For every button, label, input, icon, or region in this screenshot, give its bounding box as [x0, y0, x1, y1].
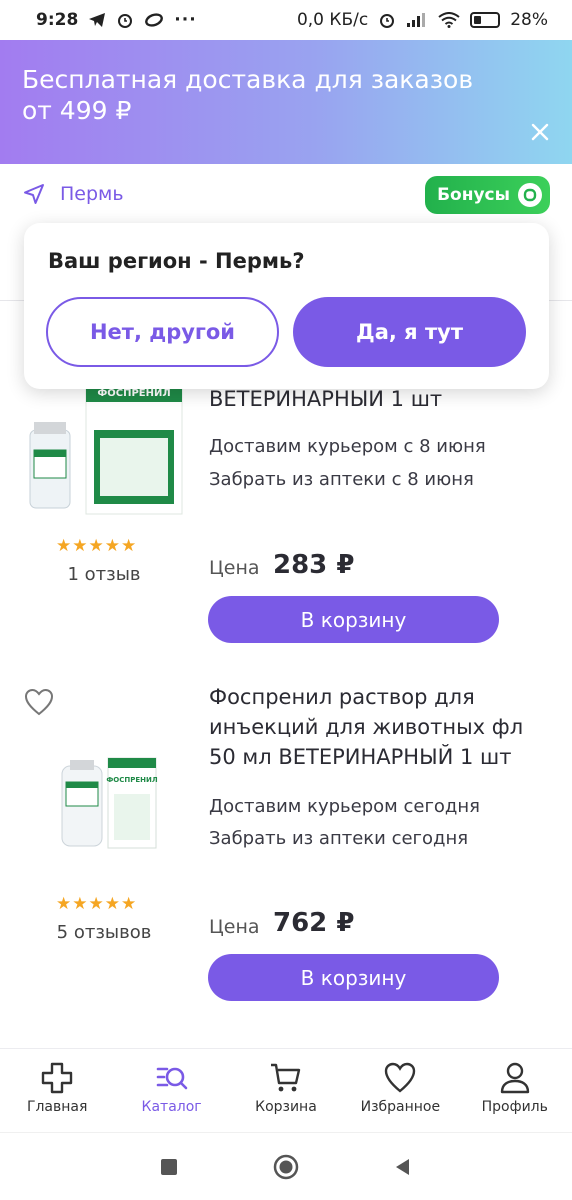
region-confirm-popup: Ваш регион - Пермь? Нет, другой Да, я ту… — [24, 223, 549, 389]
nav-cart[interactable]: Корзина — [229, 1049, 343, 1132]
telegram-icon — [89, 13, 106, 27]
nav-favorites[interactable]: Избранное — [343, 1049, 457, 1132]
nav-label: Профиль — [481, 1099, 548, 1115]
price-value: 283 ₽ — [273, 550, 355, 580]
reviews-count[interactable]: 5 отзывов — [0, 922, 208, 943]
more-notifications-icon: ··· — [174, 10, 197, 30]
system-navigation-bar — [0, 1132, 572, 1200]
yes-region-button[interactable]: Да, я тут — [293, 297, 526, 367]
popup-title: Ваш регион - Пермь? — [48, 249, 305, 273]
star-icon: ★ — [56, 894, 72, 914]
no-other-region-button[interactable]: Нет, другой — [46, 297, 279, 367]
star-icon: ★ — [88, 894, 104, 914]
reviews-count[interactable]: 1 отзыв — [0, 564, 208, 585]
rating-stars: ★ ★ ★ ★ ★ — [56, 538, 136, 555]
price-value: 762 ₽ — [273, 908, 355, 938]
price-label: Цена — [209, 916, 260, 938]
package-brand-text: ФОСПРЕНИЛ — [97, 388, 170, 399]
close-icon[interactable] — [528, 120, 552, 144]
location-selector[interactable]: Пермь — [22, 182, 124, 206]
add-to-cart-button[interactable]: В корзину — [208, 954, 499, 1001]
alarm-icon — [118, 14, 133, 28]
bottom-navigation: Главная Каталог Корзина Избранное Профил… — [0, 1048, 572, 1132]
delivery-info: Доставим курьером с 8 июня — [209, 436, 486, 457]
cart-icon — [270, 1063, 301, 1092]
star-icon: ★ — [72, 894, 88, 914]
star-icon: ★ — [56, 536, 72, 556]
star-icon: ★ — [104, 894, 120, 914]
network-speed: 0,0 КБ/с — [296, 10, 369, 30]
nav-catalog[interactable]: Каталог — [115, 1049, 229, 1132]
star-icon: ★ — [121, 894, 137, 914]
plus-cross-icon — [41, 1062, 73, 1094]
add-to-cart-button[interactable]: В корзину — [208, 596, 499, 643]
heart-icon — [385, 1062, 416, 1093]
rating-stars: ★ ★ ★ ★ ★ — [56, 896, 136, 913]
nav-home[interactable]: Главная — [0, 1049, 114, 1132]
status-time: 9:28 — [36, 10, 79, 30]
home-circle-icon[interactable] — [273, 1154, 299, 1180]
status-bar: 9:28 ··· 0,0 КБ/с 28% — [0, 0, 572, 40]
back-triangle-icon[interactable] — [393, 1157, 413, 1177]
battery-icon — [470, 12, 501, 28]
location-row: Пермь Бонусы — [0, 164, 572, 224]
nav-label: Каталог — [141, 1099, 202, 1115]
delivery-info: Доставим курьером сегодня — [209, 796, 480, 817]
bonus-label: Бонусы — [437, 185, 510, 205]
favorite-heart-icon[interactable] — [24, 688, 54, 716]
star-icon: ★ — [121, 536, 137, 556]
navigation-arrow-icon — [24, 184, 44, 204]
star-icon: ★ — [104, 536, 120, 556]
star-icon: ★ — [88, 536, 104, 556]
bonus-coin-icon — [518, 183, 542, 207]
nav-label: Корзина — [255, 1099, 317, 1115]
pickup-info: Забрать из аптеки сегодня — [209, 828, 469, 849]
product-card: ФОСПРЕНИЛ ★ ★ ★ ★ ★ 5 отзывов Фоспренил раст… — [0, 670, 572, 1040]
recent-apps-icon[interactable] — [159, 1157, 179, 1177]
bonus-button[interactable]: Бонусы — [425, 176, 550, 214]
star-icon: ★ — [72, 536, 88, 556]
location-city: Пермь — [60, 183, 124, 205]
product-image[interactable]: ФОСПРЕНИЛ — [28, 380, 188, 520]
signal-icon — [407, 13, 426, 27]
banner-text: Бесплатная доставка для заказов от 499 ₽ — [22, 65, 474, 125]
profile-icon — [500, 1062, 529, 1094]
wifi-icon — [438, 12, 460, 28]
free-delivery-banner: Бесплатная доставка для заказов от 499 ₽ — [0, 40, 572, 164]
package-brand-text: ФОСПРЕНИЛ — [106, 776, 158, 784]
catalog-search-icon — [156, 1067, 187, 1090]
nav-profile[interactable]: Профиль — [458, 1049, 572, 1132]
nav-label: Избранное — [360, 1099, 441, 1115]
product-title[interactable]: Фоспренил раствор для инъекций для живот… — [209, 682, 554, 772]
app-icon — [145, 13, 164, 27]
battery-level: 28% — [510, 10, 548, 30]
price-label: Цена — [209, 557, 260, 579]
nav-label: Главная — [26, 1099, 88, 1115]
alarm-small-icon — [380, 14, 395, 28]
pickup-info: Забрать из аптеки с 8 июня — [209, 469, 474, 490]
product-image[interactable]: ФОСПРЕНИЛ — [28, 748, 188, 888]
